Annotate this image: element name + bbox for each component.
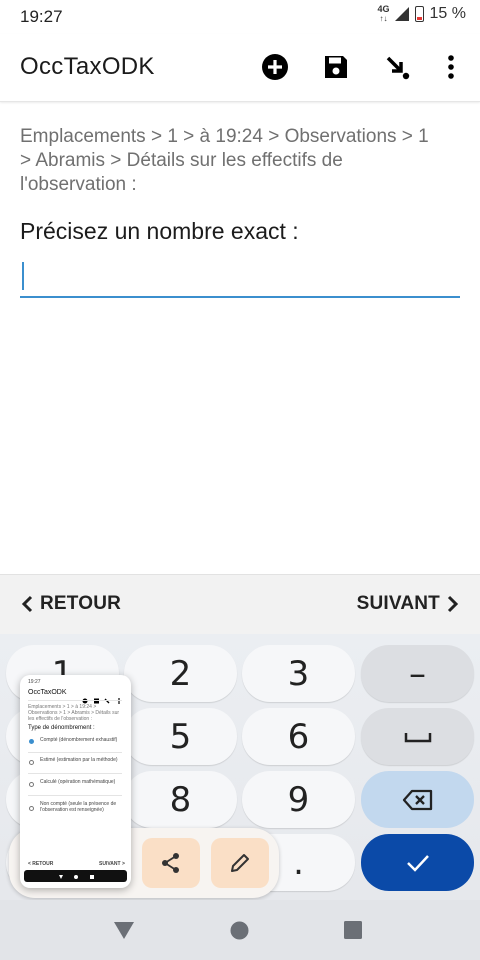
back-button[interactable]: RETOUR	[20, 593, 121, 615]
question-label: Précisez un nombre exact :	[20, 218, 299, 244]
chevron-right-icon	[447, 595, 459, 613]
key-2[interactable]: 2	[124, 645, 237, 702]
chevron-left-icon	[21, 595, 33, 613]
key-8[interactable]: 8	[124, 771, 237, 828]
battery-icon	[414, 6, 424, 22]
app-bar: OccTaxODK	[0, 34, 480, 102]
network-indicator: 4G ↑↓	[377, 4, 390, 24]
thumb-next: SUIVANT >	[99, 861, 125, 867]
number-input[interactable]	[20, 256, 460, 298]
battery-level: 15 %	[429, 5, 466, 22]
thumb-app-icons	[82, 691, 126, 704]
thumb-title: OccTaxODK	[28, 689, 67, 696]
thumb-option: Estimé (estimation par la méthode)	[40, 757, 118, 763]
thumb-option: Compté (dénombrement exhaustif)	[40, 737, 118, 743]
thumb-question: Type de dénombrement :	[28, 725, 95, 731]
thumb-radio	[29, 806, 34, 811]
thumb-radio	[29, 760, 34, 765]
key-confirm[interactable]	[361, 834, 474, 891]
back-label: RETOUR	[40, 593, 122, 614]
network-arrows: ↑↓	[379, 14, 388, 23]
share-button[interactable]	[142, 838, 200, 888]
more-vertical-icon[interactable]	[437, 53, 465, 81]
thumb-system-nav	[24, 870, 127, 882]
screenshot-thumbnail[interactable]: 19:27 OccTaxODK Emplacements > 1 > à 19:…	[20, 675, 131, 888]
thumb-time: 19:27	[28, 679, 41, 685]
save-icon[interactable]	[322, 53, 350, 81]
recents-square-icon[interactable]	[344, 921, 362, 939]
check-icon	[406, 854, 429, 872]
text-cursor	[22, 262, 24, 290]
status-indicators: 4G ↑↓ 15 %	[377, 4, 466, 24]
edit-button[interactable]	[211, 838, 269, 888]
key-5[interactable]: 5	[124, 708, 237, 765]
thumb-option: Calculé (opération mathématique)	[40, 779, 116, 785]
add-circle-icon[interactable]	[261, 53, 289, 81]
share-icon	[162, 853, 179, 873]
system-navigation-bar	[0, 900, 480, 960]
network-type: 4G	[377, 4, 390, 14]
key-3[interactable]: 3	[242, 645, 355, 702]
thumb-back: < RETOUR	[28, 861, 54, 867]
key-minus[interactable]: –	[361, 645, 474, 702]
thumb-breadcrumb: Emplacements > 1 > à 19:24 > Observation…	[28, 704, 120, 722]
next-button[interactable]: SUIVANT	[357, 593, 460, 615]
signal-icon	[394, 7, 409, 21]
key-backspace[interactable]	[361, 771, 474, 828]
breadcrumb: Emplacements > 1 > à 19:24 > Observation…	[20, 126, 429, 195]
app-title: OccTaxODK	[20, 53, 155, 80]
back-triangle-icon[interactable]	[113, 920, 135, 940]
home-circle-icon[interactable]	[230, 921, 249, 940]
status-bar: 19:27 4G ↑↓ 15 %	[0, 0, 480, 34]
thumb-radio	[29, 782, 34, 787]
thumb-radio	[29, 739, 34, 744]
key-9[interactable]: 9	[242, 771, 355, 828]
status-time: 19:27	[20, 7, 63, 26]
arrow-down-right-icon[interactable]	[383, 53, 411, 81]
thumb-option: Non compté (seule la présence de l'obser…	[40, 801, 117, 813]
next-label: SUIVANT	[356, 593, 440, 614]
backspace-icon	[402, 789, 432, 810]
form-navigation: RETOUR SUIVANT	[0, 574, 480, 634]
key-space[interactable]	[361, 708, 474, 765]
space-icon	[404, 732, 431, 742]
pencil-icon	[231, 854, 249, 872]
key-6[interactable]: 6	[242, 708, 355, 765]
